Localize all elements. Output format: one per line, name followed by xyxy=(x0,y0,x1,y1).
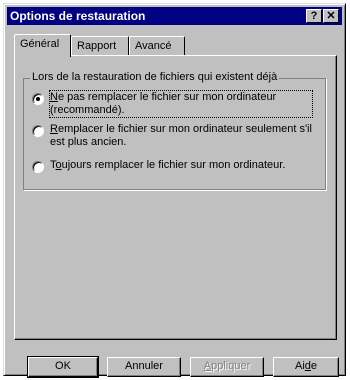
close-icon: ✕ xyxy=(326,10,336,22)
mnemonic-r: R xyxy=(50,123,58,135)
apply-button-label: ppliquer xyxy=(211,360,251,372)
group-label: Lors de la restauration de fichiers qui … xyxy=(30,71,280,83)
help-dialog-button[interactable]: Aide xyxy=(273,357,339,377)
tab-panel-general: Lors de la restauration de fichiers qui … xyxy=(14,55,337,340)
option-always-replace-text: ujours remplacer le fichier sur mon ordi… xyxy=(61,159,286,171)
tab-rapport-label: Rapport xyxy=(77,40,117,52)
ok-button-label: OK xyxy=(55,360,71,372)
tab-avance[interactable]: Avancé xyxy=(129,36,185,56)
help-button[interactable]: ? xyxy=(306,9,322,23)
close-button[interactable]: ✕ xyxy=(323,9,339,23)
option-replace-if-older-text: emplacer le fichier sur mon ordinateur s… xyxy=(50,123,312,148)
radio-always-replace[interactable] xyxy=(32,161,44,173)
help-icon: ? xyxy=(310,10,318,22)
option-always-replace-label[interactable]: Toujours remplacer le fichier sur mon or… xyxy=(50,159,312,172)
radio-replace-if-older[interactable] xyxy=(32,125,44,137)
restore-options-group: Lors de la restauration de fichiers qui … xyxy=(23,71,326,190)
cancel-button[interactable]: Annuler xyxy=(107,357,181,377)
cancel-button-label: Annuler xyxy=(125,360,163,372)
options-dialog: Options de restauration ? ✕ Général Rapp… xyxy=(3,3,346,378)
help-prefix: Ai xyxy=(294,360,305,372)
apply-button[interactable]: Appliquer xyxy=(190,357,264,377)
option-do-not-replace-label[interactable]: Ne pas remplacer le fichier sur mon ordi… xyxy=(49,90,313,118)
tab-general[interactable]: Général xyxy=(14,34,71,57)
tab-avance-label: Avancé xyxy=(135,40,172,52)
option-replace-if-older-label[interactable]: Remplacer le fichier sur mon ordinateur … xyxy=(50,123,312,149)
option-do-not-replace-text: e pas remplacer le fichier sur mon ordin… xyxy=(50,91,277,116)
ok-button[interactable]: OK xyxy=(27,356,99,378)
apply-mnemonic: A xyxy=(203,360,212,372)
title-bar: Options de restauration ? ✕ xyxy=(7,7,342,25)
window-title: Options de restauration xyxy=(10,9,146,23)
radio-do-not-replace[interactable] xyxy=(32,93,44,105)
tab-general-label: Général xyxy=(20,38,60,50)
mnemonic-n: N xyxy=(50,91,58,103)
tab-rapport[interactable]: Rapport xyxy=(71,36,129,56)
help-suffix: e xyxy=(310,360,318,372)
